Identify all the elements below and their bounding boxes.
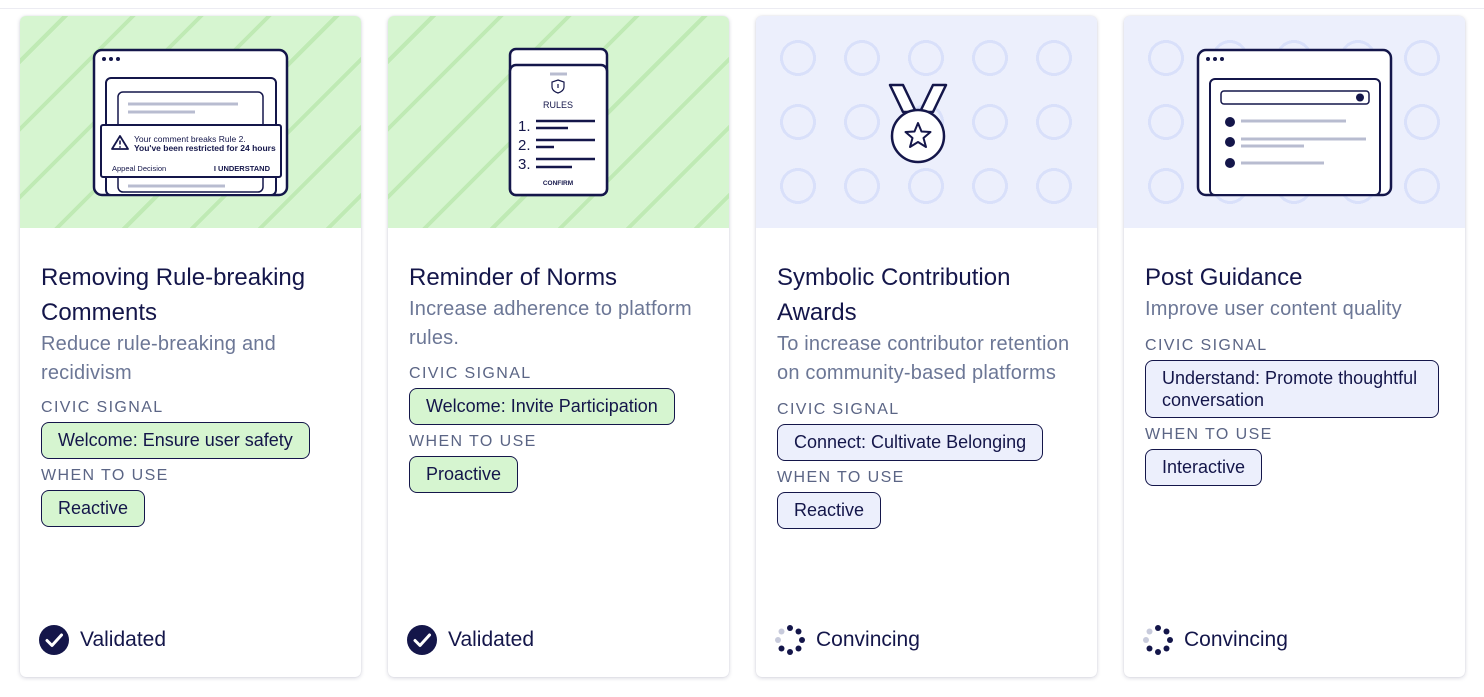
dotted-spinner-icon — [1143, 625, 1173, 655]
svg-text:RULES: RULES — [543, 100, 573, 110]
when-to-use-tag[interactable]: Reactive — [777, 492, 882, 529]
intervention-card-post-guidance[interactable]: Post Guidance Improve user content quali… — [1124, 16, 1465, 677]
when-to-use-label: WHEN TO USE — [409, 433, 537, 450]
check-circle-icon — [407, 625, 437, 655]
status-label: Validated — [448, 628, 535, 651]
intervention-card-removing-comments[interactable]: Your comment breaks Rule 2. You've been … — [20, 16, 361, 677]
civic-signal-tag[interactable]: Welcome: Invite Participation — [409, 388, 675, 425]
card-title: Reminder of Norms — [409, 264, 618, 291]
civic-signal-tag[interactable]: Connect: Cultivate Belonging — [777, 424, 1044, 461]
card-illustration — [1124, 16, 1465, 228]
status-indicator: Convincing — [774, 624, 920, 656]
card-description: To increase contributor retention on com… — [777, 333, 1070, 384]
civic-signal-tag[interactable]: Welcome: Ensure user safety — [41, 422, 310, 459]
when-to-use-tag[interactable]: Reactive — [41, 490, 146, 527]
card-description: Reduce rule-breaking and recidivism — [41, 333, 276, 384]
medal-icon — [888, 83, 948, 164]
svg-text:I UNDERSTAND: I UNDERSTAND — [214, 164, 271, 173]
when-to-use-label: WHEN TO USE — [41, 467, 169, 484]
status-label: Convincing — [816, 628, 920, 651]
card-description: Improve user content quality — [1145, 298, 1402, 320]
when-to-use-tag[interactable]: Proactive — [409, 456, 519, 493]
svg-text:2.: 2. — [518, 137, 531, 154]
civic-signal-label: CIVIC SIGNAL — [1145, 336, 1268, 354]
status-label: Convincing — [1184, 628, 1288, 651]
rules-phone-illustration: RULES 1. 2. 3. CONFIRM — [508, 47, 609, 197]
when-to-use-tag[interactable]: Interactive — [1145, 448, 1263, 486]
post-form-illustration — [1196, 48, 1393, 197]
card-title: Removing Rule-breaking Comments — [41, 264, 306, 326]
civic-signal-label: CIVIC SIGNAL — [41, 399, 164, 416]
status-indicator: Validated — [38, 624, 166, 656]
status-label: Validated — [80, 628, 167, 651]
card-description: Increase adherence to platform rules. — [409, 298, 692, 349]
check-circle-icon — [39, 625, 69, 655]
svg-text:1.: 1. — [518, 118, 531, 135]
svg-text:You've been restricted for 24: You've been restricted for 24 hours — [134, 143, 276, 153]
card-title: Post Guidance — [1145, 264, 1303, 291]
svg-text:Appeal Decision: Appeal Decision — [112, 164, 166, 173]
card-illustration: Your comment breaks Rule 2. You've been … — [20, 16, 361, 228]
when-to-use-label: WHEN TO USE — [777, 469, 905, 486]
svg-text:CONFIRM: CONFIRM — [543, 180, 573, 187]
top-divider — [0, 8, 1484, 9]
civic-signal-label: CIVIC SIGNAL — [777, 401, 900, 418]
civic-signal-label: CIVIC SIGNAL — [409, 365, 532, 382]
svg-text:3.: 3. — [518, 156, 531, 173]
card-illustration: RULES 1. 2. 3. CONFIRM — [388, 16, 729, 228]
intervention-card-reminder-norms[interactable]: RULES 1. 2. 3. CONFIRM Reminder of Norms… — [388, 16, 729, 677]
when-to-use-label: WHEN TO USE — [1145, 425, 1273, 443]
civic-signal-tag[interactable]: Understand: Promote thoughtful conversat… — [1145, 359, 1439, 418]
card-title: Symbolic Contribution Awards — [777, 264, 1011, 326]
status-indicator: Convincing — [1142, 624, 1288, 656]
status-indicator: Validated — [406, 624, 534, 656]
browser-notice-illustration: Your comment breaks Rule 2. You've been … — [92, 48, 289, 197]
dotted-spinner-icon — [775, 625, 805, 655]
intervention-card-contribution-awards[interactable]: Symbolic Contribution Awards To increase… — [756, 16, 1097, 677]
card-illustration — [756, 16, 1097, 228]
